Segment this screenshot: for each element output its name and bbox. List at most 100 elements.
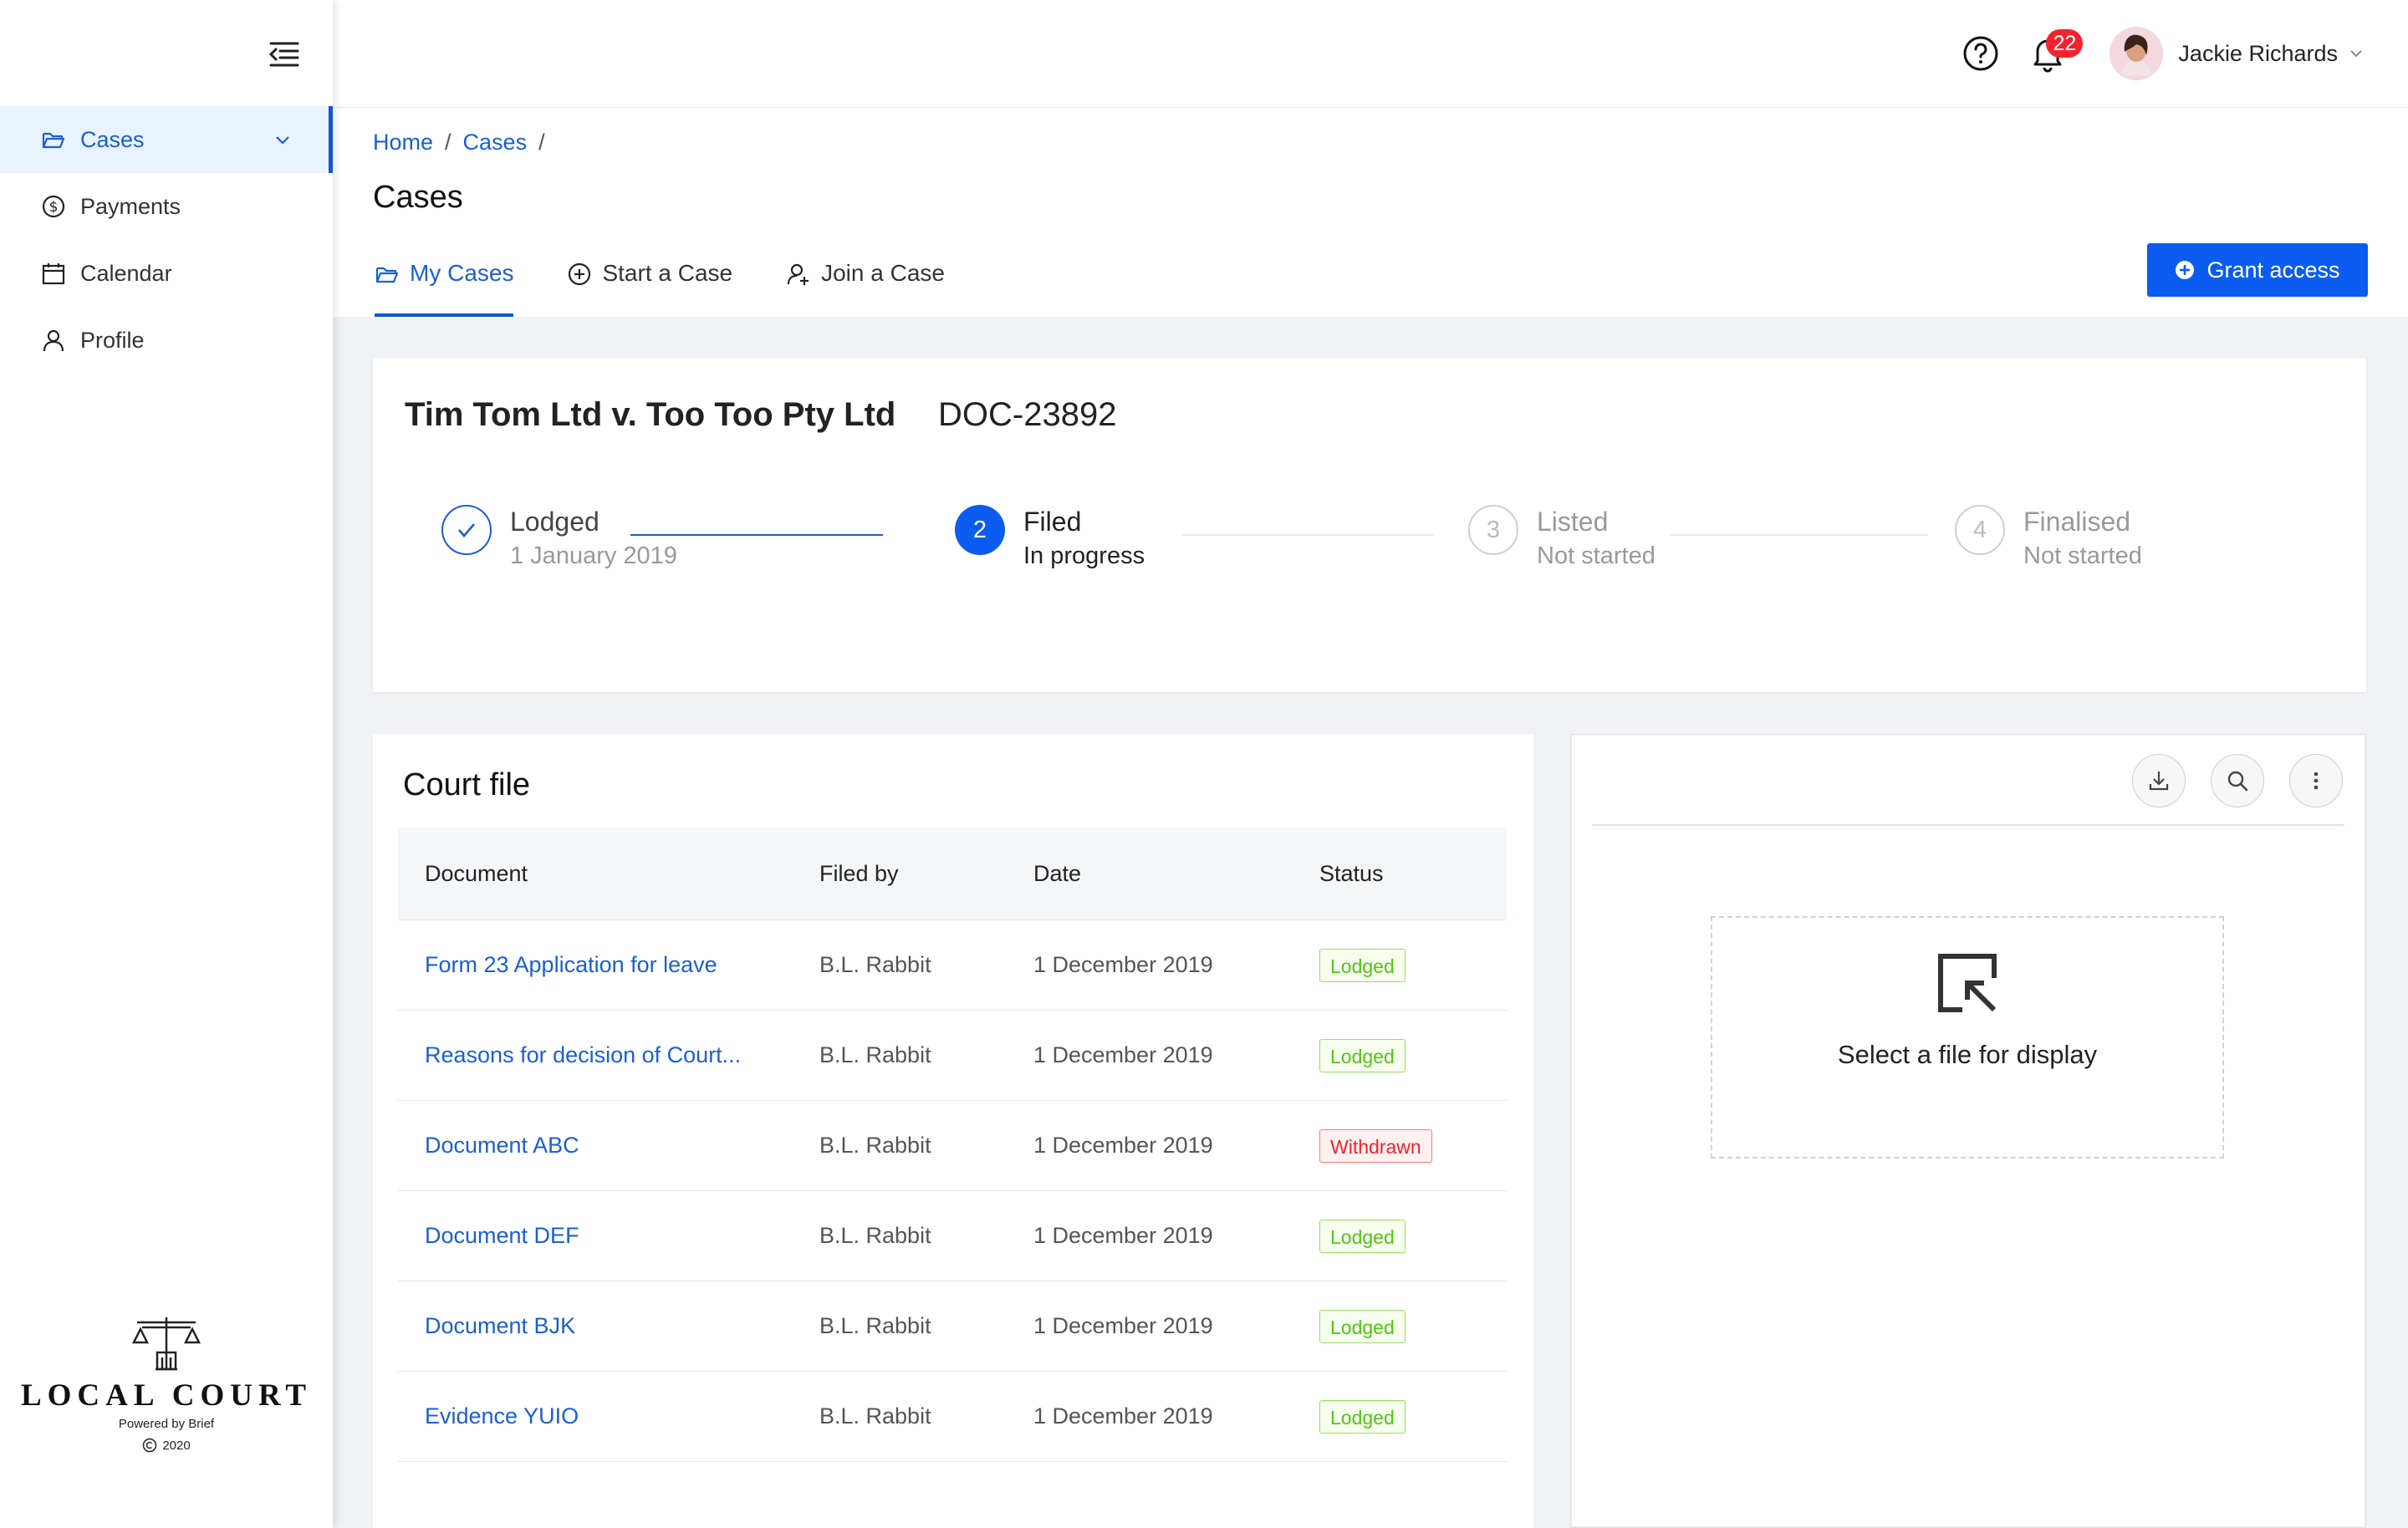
tab-label: My Cases [410,260,514,286]
folder-open-icon [375,262,400,287]
scales-logo-icon [129,1314,204,1373]
case-title: Tim Tom Ltd v. Too Too Pty Ltd [405,396,896,433]
brand-footer: LOCAL COURT Powered by Brief 2020 [0,1314,333,1453]
status-badge: Lodged [1319,948,1406,982]
plus-circle-icon [567,262,592,287]
status-badge: Withdrawn [1319,1128,1432,1163]
column-header-status: Status [1319,828,1507,920]
notifications-bell-icon[interactable]: 22 [2029,29,2084,73]
chevron-down-icon[interactable] [2348,45,2365,62]
step-subtitle: Not started [2023,542,2142,569]
date-cell: 1 December 2019 [1033,1190,1319,1281]
download-icon[interactable] [2132,754,2186,807]
tab-label: Join a Case [821,260,945,286]
court-file-card: Court file Document Filed by Date Status… [373,734,1533,1528]
tab-start-a-case[interactable]: Start a Case [567,257,732,317]
step-connector [1671,534,1928,536]
user-add-icon [786,262,811,287]
status-badge: Lodged [1319,1219,1406,1253]
date-cell: 1 December 2019 [1033,919,1319,1011]
sidebar-item-calendar[interactable]: Calendar [0,240,333,307]
table-row[interactable]: Document BJK B.L. Rabbit 1 December 2019… [398,1281,1507,1372]
filed-by-cell: B.L. Rabbit [819,1190,1033,1281]
notification-count-badge: 22 [2046,29,2084,58]
tab-my-cases[interactable]: My Cases [375,257,514,317]
table-row[interactable]: Document ABC B.L. Rabbit 1 December 2019… [398,1100,1507,1191]
help-icon[interactable] [1962,35,1999,72]
sidebar: Cases $ Payments Calendar Profile LOCAL … [0,0,333,1528]
plus-circle-filled-icon [2175,260,2195,280]
search-icon[interactable] [2211,754,2264,807]
chevron-down-icon[interactable] [273,130,293,150]
menu-collapse-icon[interactable] [266,37,301,72]
date-cell: 1 December 2019 [1033,1010,1319,1101]
document-link[interactable]: Reasons for decision of Court... [425,1042,741,1067]
table-row[interactable]: Evidence YUIO B.L. Rabbit 1 December 201… [398,1371,1507,1462]
avatar[interactable] [2110,27,2164,80]
step-lodged: Lodged 1 January 2019 [441,505,677,573]
breadcrumb-cases[interactable]: Cases [463,130,528,155]
column-header-document: Document [398,828,819,920]
document-link[interactable]: Document DEF [425,1223,579,1248]
table-row[interactable]: Document DEF B.L. Rabbit 1 December 2019… [398,1190,1507,1281]
step-subtitle: Not started [1537,542,1656,569]
table-row[interactable]: Form 23 Application for leave B.L. Rabbi… [398,919,1507,1011]
filed-by-cell: B.L. Rabbit [819,1010,1033,1101]
step-number: 2 [955,505,1005,555]
table-header-row: Document Filed by Date Status [398,828,1507,920]
filed-by-cell: B.L. Rabbit [819,1281,1033,1372]
date-cell: 1 December 2019 [1033,1281,1319,1372]
court-file-table: Document Filed by Date Status Form 23 Ap… [398,828,1507,1462]
step-connector [1182,534,1433,536]
filed-by-cell: B.L. Rabbit [819,919,1033,1011]
viewer-divider [1592,824,2344,826]
document-viewer: Select a file for display [1570,734,2366,1528]
header-actions: 22 Jackie Richards [1962,25,2365,82]
step-title: Finalised [2023,507,2131,537]
step-title: Filed [1023,507,1082,537]
document-link[interactable]: Document BJK [425,1313,575,1338]
page-title: Cases [373,180,463,215]
status-badge: Lodged [1319,1399,1406,1434]
case-summary-card: Tim Tom Ltd v. Too Too Pty Ltd DOC-23892… [373,358,2366,692]
page-header: Home / Cases / Cases My Cases Start a Ca… [333,108,2408,317]
grant-access-button[interactable]: Grant access [2147,243,2368,297]
sidebar-item-profile[interactable]: Profile [0,307,333,374]
breadcrumb-separator: / [445,130,452,155]
step-number: 3 [1468,505,1518,555]
step-number: 4 [1955,505,2005,555]
user-icon [40,327,67,354]
sidebar-item-label: Profile [80,327,145,353]
sidebar-nav: Cases $ Payments Calendar Profile [0,106,333,374]
document-link[interactable]: Document ABC [425,1133,579,1158]
tab-label: Start a Case [602,260,733,286]
date-cell: 1 December 2019 [1033,1371,1319,1462]
more-vertical-icon[interactable] [2289,754,2343,807]
step-title: Lodged [510,507,599,537]
breadcrumb: Home / Cases / [373,130,545,155]
status-badge: Lodged [1319,1309,1406,1343]
document-link[interactable]: Form 23 Application for leave [425,952,717,977]
check-icon [441,505,492,555]
step-title: Listed [1537,507,1609,537]
folder-open-icon [40,126,67,153]
sidebar-item-payments[interactable]: $ Payments [0,173,333,240]
step-listed: 3 Listed Not started [1468,505,1656,573]
select-arrow-icon [1934,950,2001,1016]
file-display-placeholder: Select a file for display [1711,916,2224,1159]
column-header-filed-by: Filed by [819,828,1033,920]
breadcrumb-home[interactable]: Home [373,130,433,155]
breadcrumb-separator: / [538,130,545,155]
brand-powered-by: Powered by Brief [118,1417,215,1431]
user-name[interactable]: Jackie Richards [2178,41,2338,67]
sidebar-item-label: Calendar [80,260,172,286]
case-id: DOC-23892 [938,396,1117,433]
table-row[interactable]: Reasons for decision of Court... B.L. Ra… [398,1010,1507,1101]
sidebar-item-cases[interactable]: Cases [0,106,333,173]
filed-by-cell: B.L. Rabbit [819,1100,1033,1191]
document-link[interactable]: Evidence YUIO [425,1403,579,1429]
tab-join-a-case[interactable]: Join a Case [786,257,945,317]
court-file-title: Court file [403,767,531,802]
copyright-icon [142,1438,157,1453]
copyright: 2020 [0,1438,333,1453]
